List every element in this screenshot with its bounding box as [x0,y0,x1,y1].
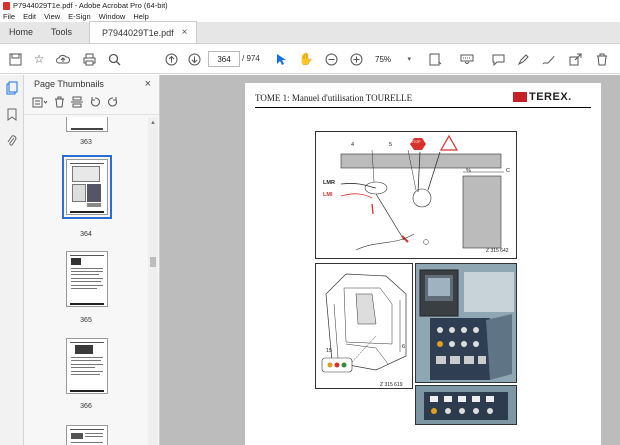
panel-toolbar [24,93,159,115]
bookmarks-icon[interactable] [0,101,24,127]
select-cursor-icon[interactable] [272,50,290,68]
pdf-page: TOME 1: Manuel d'utilisation TOURELLE TE… [245,83,601,445]
scroll-up-icon[interactable]: ▲ [150,120,156,126]
diagram1-label-lmr: LMR [323,180,335,186]
rotate-counterclockwise-icon[interactable] [89,96,101,111]
tab-tools[interactable]: Tools [42,21,81,43]
terex-logo-mark [513,92,527,102]
page-number-input[interactable]: 364 [208,51,240,67]
upload-cloud-icon[interactable] [54,50,72,68]
print-icon[interactable] [80,50,98,68]
comment-icon[interactable] [489,50,507,68]
tab-document-label: P7944029T1e.pdf [102,27,174,38]
thumbnail-page-364[interactable] [62,155,112,219]
insert-page-icon[interactable] [71,96,83,111]
previous-page-icon[interactable] [162,50,180,68]
thumbnail-page-367[interactable] [66,425,108,445]
diagram1-label-4: 4 [351,142,355,148]
thumbnail-scrollbar[interactable]: ▲ [148,117,158,445]
delete-trash-icon[interactable] [593,50,611,68]
page-thumbnails-panel: Page Thumbnails × 363 364 365 366 ▲ [24,75,160,445]
page-thumbnails-icon[interactable] [0,75,24,101]
rotate-clockwise-icon[interactable] [107,96,119,111]
zoom-select[interactable]: 75% ▾ [373,51,413,67]
thumbnail-list: 363 364 365 366 [24,117,148,445]
thumbnail-page-365[interactable] [66,251,108,307]
menu-esign[interactable]: E-Sign [68,12,91,21]
diagram1-label-lmi: LMI [323,192,333,198]
highlight-pen-icon[interactable] [514,50,532,68]
menu-view[interactable]: View [44,12,60,21]
diagram-figure-1: 4 5 % C LMR LMI STOP Z 315 642 [315,131,517,259]
zoom-in-icon[interactable] [347,50,365,68]
thumbnail-options-icon[interactable] [32,97,48,111]
fit-page-icon[interactable] [426,50,444,68]
diagram1-stop-sign: STOP [411,140,421,144]
close-tab-icon[interactable]: × [182,27,188,38]
thumbnail-page-363[interactable] [66,117,108,132]
delete-page-icon[interactable] [54,96,65,111]
diagram-figure-2: 6 15 Z 315 619 [315,263,413,389]
tab-bar: Home Tools P7944029T1e.pdf × [0,21,620,44]
menu-help[interactable]: Help [133,12,148,21]
thumbnail-label-366: 366 [80,403,92,410]
keyboard-icon[interactable] [458,50,476,68]
left-navigation-rail [0,75,24,445]
thumbnail-page-366[interactable] [66,338,108,394]
zoom-out-icon[interactable] [322,50,340,68]
panel-header: Page Thumbnails × [24,75,159,93]
page-count: / 974 [242,54,260,63]
diagram2-label-6: 6 [402,344,406,350]
diagram2-code: Z 315 619 [380,382,403,388]
diagram1-label-5: 5 [389,142,393,148]
diagram1-label-percent: % [466,168,471,174]
menu-edit[interactable]: Edit [23,12,36,21]
share-link-icon[interactable] [566,50,584,68]
hand-tool-icon[interactable]: ✋ [297,50,315,68]
tab-home[interactable]: Home [0,21,42,43]
attachments-paperclip-icon[interactable] [0,127,24,153]
tab-document[interactable]: P7944029T1e.pdf × [89,21,198,43]
terex-logo-text: TEREX. [529,91,572,103]
keypad-detail-photo [415,385,517,425]
search-icon[interactable] [105,50,123,68]
chevron-down-icon: ▾ [407,56,411,63]
thumbnail-label-365: 365 [80,317,92,324]
scrollbar-thumb[interactable] [150,257,156,267]
title-bar: P7944029T1e.pdf - Adobe Acrobat Pro (64-… [0,0,620,11]
window-title: P7944029T1e.pdf - Adobe Acrobat Pro (64-… [13,1,168,10]
draw-icon[interactable] [539,50,557,68]
pdf-file-icon [3,1,10,10]
thumbnail-label-364: 364 [80,231,92,238]
toolbar: ☆ 364 / 974 ✋ 75% ▾ [0,44,620,74]
control-panel-photo [415,263,517,383]
terex-logo: TEREX. [513,91,572,103]
close-panel-icon[interactable]: × [145,78,151,90]
zoom-value: 75% [375,54,392,64]
header-rule [255,107,591,108]
panel-title: Page Thumbnails [34,79,104,89]
next-page-icon[interactable] [185,50,203,68]
diagram1-code: Z 315 642 [486,248,509,254]
document-header-title: TOME 1: Manuel d'utilisation TOURELLE [255,93,413,103]
save-icon[interactable] [6,50,24,68]
diagram1-label-c: C [506,168,510,174]
menu-file[interactable]: File [3,12,15,21]
document-viewer[interactable]: TOME 1: Manuel d'utilisation TOURELLE TE… [160,75,620,445]
diagram2-label-15: 15 [326,348,333,354]
menu-window[interactable]: Window [99,12,126,21]
thumbnail-label-363: 363 [80,139,92,146]
bookmark-star-icon[interactable]: ☆ [30,50,48,68]
